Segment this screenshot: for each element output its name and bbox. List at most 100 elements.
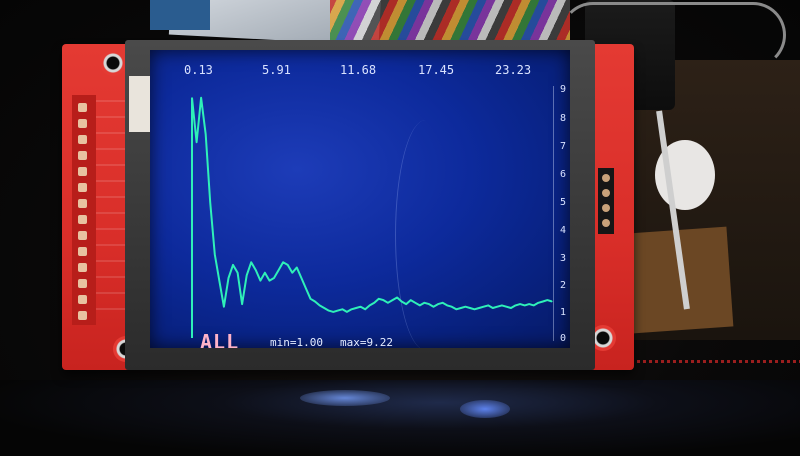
mode-label: ALL — [200, 330, 240, 348]
data-point — [296, 266, 298, 269]
trace-plot — [191, 96, 553, 338]
header-pin — [602, 204, 610, 212]
data-point — [442, 302, 444, 304]
header-pin — [78, 295, 87, 304]
data-point — [419, 304, 421, 306]
data-point — [223, 306, 225, 308]
header-pin — [602, 219, 610, 227]
header-pin — [78, 183, 87, 192]
data-point — [264, 272, 266, 274]
data-point — [227, 277, 230, 279]
right-pin-header — [598, 168, 614, 234]
data-point — [546, 299, 548, 301]
data-point — [291, 272, 293, 274]
data-series-line — [191, 96, 553, 313]
data-point — [255, 269, 257, 271]
data-point — [423, 302, 425, 304]
header-pin — [78, 199, 87, 208]
ribbon-cable — [330, 0, 570, 43]
data-point — [542, 300, 544, 303]
data-point — [446, 304, 448, 306]
data-point — [369, 304, 371, 306]
data-point — [360, 306, 362, 308]
data-point — [410, 299, 412, 301]
data-point — [314, 300, 316, 303]
data-point — [492, 307, 494, 309]
data-point — [473, 308, 476, 310]
data-point — [432, 306, 435, 308]
header-pin — [78, 135, 87, 144]
data-point — [309, 298, 312, 300]
data-point — [401, 300, 403, 303]
data-point — [328, 310, 330, 312]
data-point — [391, 299, 394, 301]
lcd-flex-connector — [129, 76, 151, 132]
data-point — [551, 300, 553, 303]
data-point — [414, 302, 416, 304]
data-point — [528, 303, 530, 305]
photo-scene: 0.13 5.91 11.68 17.45 23.23 9 8 7 6 5 4 … — [0, 0, 800, 456]
header-pin — [78, 247, 87, 256]
data-point — [524, 304, 526, 306]
lcd-screen: 0.13 5.91 11.68 17.45 23.23 9 8 7 6 5 4 … — [150, 50, 570, 348]
data-point — [514, 304, 517, 306]
data-point — [237, 272, 239, 274]
data-point — [378, 298, 380, 300]
header-pin — [602, 189, 610, 197]
header-pin — [78, 167, 87, 176]
header-pin — [78, 279, 87, 288]
mounting-hole — [100, 50, 126, 76]
header-pin — [78, 311, 87, 320]
data-point — [200, 97, 202, 99]
data-point — [273, 277, 275, 279]
table-surface — [0, 380, 800, 456]
data-point — [246, 274, 248, 276]
max-readout: max=9.22 — [340, 336, 393, 348]
data-point — [464, 306, 466, 308]
data-point — [241, 303, 243, 305]
data-point — [196, 141, 198, 143]
data-point — [323, 307, 325, 309]
data-point — [487, 304, 489, 306]
data-point — [305, 287, 307, 289]
data-point — [373, 302, 375, 304]
header-pin — [78, 231, 87, 240]
background-blue-object — [150, 0, 210, 30]
data-point — [519, 303, 521, 305]
data-point — [537, 302, 539, 304]
data-point — [218, 280, 220, 282]
data-point — [205, 133, 207, 135]
header-pin — [78, 215, 87, 224]
data-point — [451, 306, 453, 308]
data-point — [460, 307, 462, 309]
data-point — [341, 308, 343, 310]
data-point — [287, 264, 289, 266]
min-readout: min=1.00 — [270, 336, 323, 348]
data-point — [319, 304, 321, 306]
reflection-glow — [300, 390, 390, 406]
header-pin — [78, 151, 87, 160]
data-point — [501, 304, 503, 306]
data-point — [232, 264, 234, 266]
data-point — [364, 308, 366, 310]
data-point — [382, 299, 384, 301]
data-point — [332, 311, 334, 313]
data-point — [337, 310, 339, 312]
data-point — [350, 308, 353, 310]
data-point — [483, 306, 485, 308]
header-pin — [78, 103, 87, 112]
header-pin — [78, 119, 87, 128]
data-point — [478, 307, 480, 309]
data-point — [278, 269, 280, 271]
data-point — [533, 304, 535, 306]
data-point — [505, 306, 507, 308]
data-point — [387, 302, 389, 304]
data-point — [496, 306, 498, 308]
data-point — [355, 307, 357, 309]
data-point — [282, 261, 284, 263]
pin-header — [72, 95, 96, 325]
data-point — [300, 277, 302, 279]
data-point — [396, 296, 398, 299]
data-point — [405, 303, 407, 305]
header-pin — [602, 174, 610, 182]
